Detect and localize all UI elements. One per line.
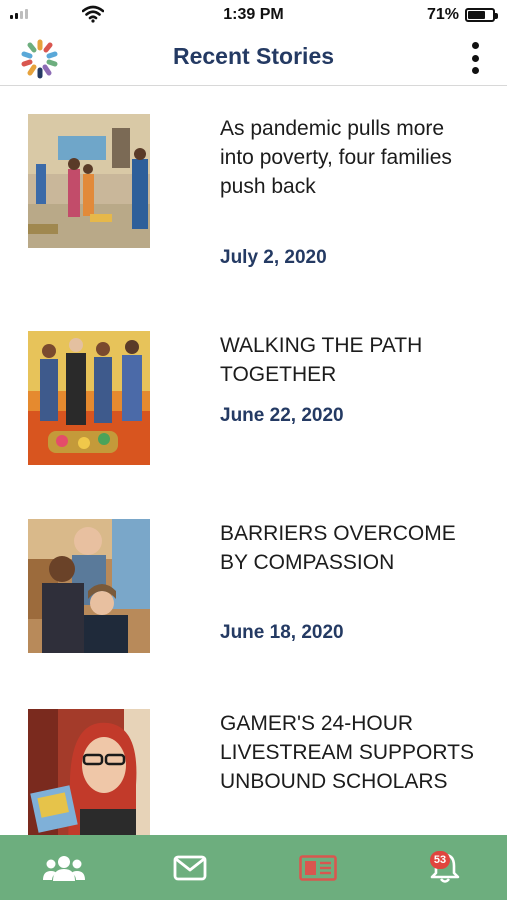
- story-photo-image: [28, 331, 150, 465]
- status-bar: 1:39 PM 71%: [0, 0, 507, 30]
- story-title[interactable]: BARRIERS OVERCOME BY COMPASSION: [220, 519, 480, 577]
- nav-mail-button[interactable]: [150, 835, 230, 900]
- story-photo-image: [28, 519, 150, 653]
- story-list[interactable]: As pandemic pulls more into poverty, fou…: [0, 87, 507, 835]
- battery-percent: 71%: [426, 6, 459, 23]
- story-date: July 2, 2020: [220, 247, 327, 268]
- battery-icon: [465, 8, 498, 22]
- story-title[interactable]: WALKING THE PATH TOGETHER: [220, 331, 480, 389]
- stories-icon: [299, 854, 337, 881]
- nav-community-button[interactable]: [24, 835, 104, 900]
- story-thumbnail[interactable]: [28, 709, 150, 835]
- more-menu-button[interactable]: [467, 42, 483, 74]
- story-title[interactable]: GAMER'S 24-HOUR LIVESTREAM SUPPORTS UNBO…: [220, 709, 480, 796]
- app-header: Recent Stories: [0, 30, 507, 86]
- story-date: June 22, 2020: [220, 405, 344, 426]
- story-photo-image: [28, 709, 150, 835]
- bottom-nav: 53: [0, 835, 507, 900]
- notification-count-badge: 53: [430, 851, 450, 869]
- nav-notifications-button[interactable]: 53: [400, 835, 480, 900]
- nav-stories-button[interactable]: [278, 835, 358, 900]
- community-icon: [43, 855, 85, 881]
- mail-icon: [173, 855, 207, 880]
- story-title[interactable]: As pandemic pulls more into poverty, fou…: [220, 114, 480, 201]
- story-date: June 18, 2020: [220, 622, 344, 643]
- more-vertical-icon: [471, 42, 479, 49]
- story-thumbnail[interactable]: [28, 114, 150, 248]
- story-thumbnail[interactable]: [28, 331, 150, 465]
- page-title: Recent Stories: [172, 43, 335, 69]
- story-photo-image: [28, 114, 150, 248]
- story-thumbnail[interactable]: [28, 519, 150, 653]
